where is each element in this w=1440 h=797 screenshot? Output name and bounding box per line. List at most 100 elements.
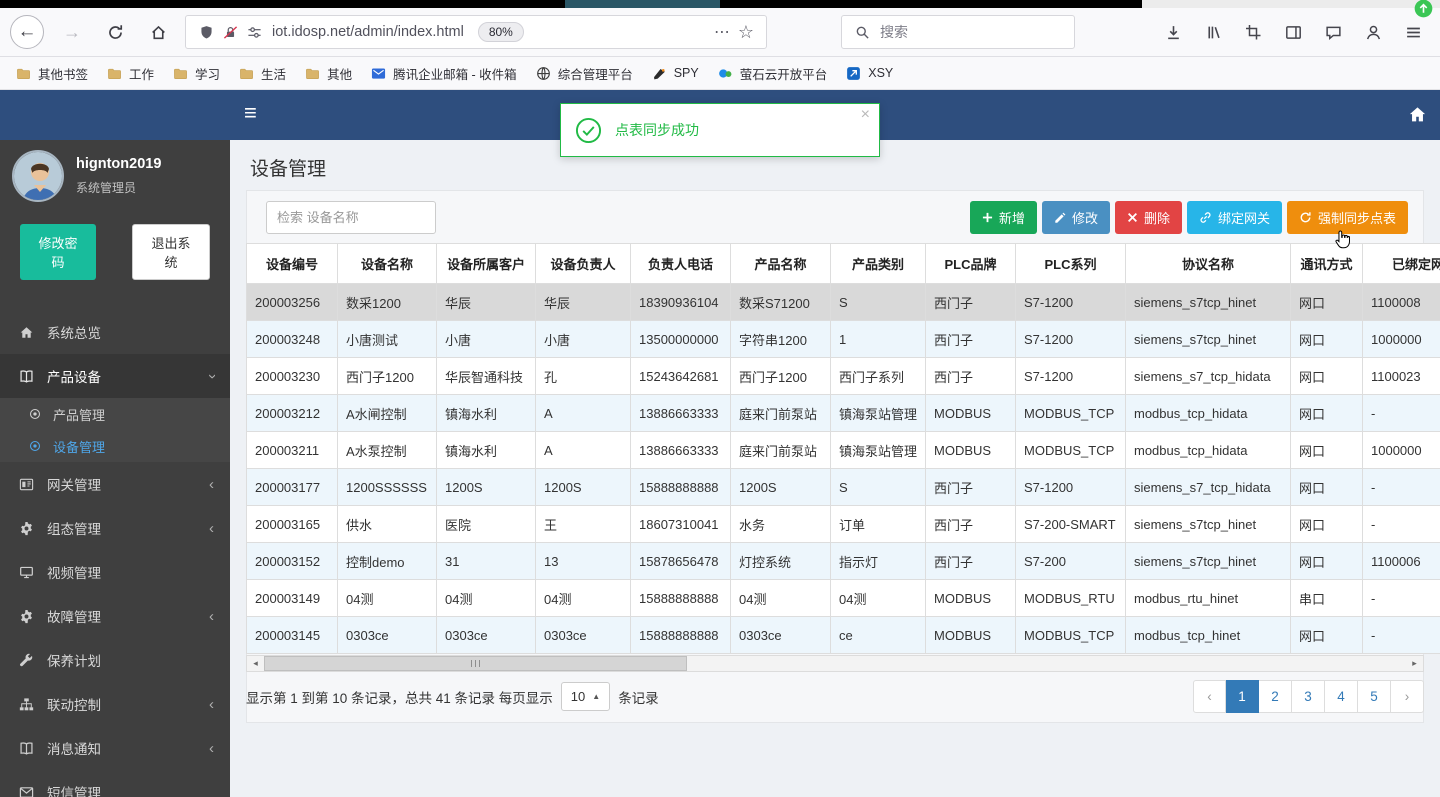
table-cell: 医院 bbox=[436, 505, 536, 543]
page-4-button[interactable]: 4 bbox=[1325, 680, 1358, 713]
insecure-lock-icon[interactable] bbox=[218, 25, 242, 40]
page-actions-icon[interactable]: ⋯ bbox=[710, 22, 734, 42]
bookmark-star-icon[interactable]: ☆ bbox=[734, 22, 758, 43]
sidebar-item-5[interactable]: 故障管理 ‹ bbox=[0, 594, 230, 638]
sidebar-item-3[interactable]: 组态管理 ‹ bbox=[0, 506, 230, 550]
column-header[interactable]: 设备所属客户 bbox=[436, 243, 536, 284]
table-row[interactable]: 200003177 1200SSSSSS 1200S 1200S 15888888888… bbox=[246, 468, 1440, 506]
column-header[interactable]: 已绑定网关 bbox=[1362, 243, 1440, 284]
tracking-protection-shield-icon[interactable] bbox=[194, 25, 218, 40]
table-row[interactable]: 200003145 0303ce 0303ce 0303ce 15888888888 03… bbox=[246, 616, 1440, 654]
sidebar-subitem-1-1[interactable]: 设备管理 bbox=[0, 430, 230, 462]
edit-button[interactable]: 修改 bbox=[1041, 201, 1110, 234]
bookmark-item[interactable]: 其他 bbox=[297, 60, 360, 87]
url-text[interactable]: iot.idosp.net/admin/index.html bbox=[272, 24, 464, 40]
sidebar-toggle-icon[interactable] bbox=[1278, 17, 1308, 47]
toast-close-icon[interactable]: × bbox=[861, 106, 870, 124]
pagination-summary-suffix: 条记录 bbox=[618, 690, 659, 706]
scroll-left-icon[interactable]: ◂ bbox=[247, 656, 264, 671]
dot-circle-icon bbox=[27, 408, 43, 420]
sidebar-item-7[interactable]: 联动控制 ‹ bbox=[0, 682, 230, 726]
zoom-indicator[interactable]: 80% bbox=[477, 22, 524, 42]
permissions-icon[interactable] bbox=[242, 25, 266, 40]
table-row[interactable]: 200003165 供水 医院王 18607310041 水务 订单 西门子 S7-200-S… bbox=[246, 505, 1440, 543]
add-button[interactable]: 新增 bbox=[969, 201, 1037, 234]
scrollbar-track[interactable] bbox=[264, 656, 1406, 671]
app-menu-icon[interactable] bbox=[1398, 17, 1428, 47]
browser-search-bar[interactable]: 搜索 bbox=[841, 15, 1075, 49]
sidebar-item-4[interactable]: 视频管理 bbox=[0, 550, 230, 594]
screenshot-icon[interactable] bbox=[1238, 17, 1268, 47]
sidebar-subitem-1-0[interactable]: 产品管理 bbox=[0, 398, 230, 430]
sidebar-item-label: 消息通知 bbox=[47, 742, 101, 757]
table-cell: 孔 bbox=[535, 357, 631, 395]
table-cell: 数采S71200 bbox=[730, 283, 831, 321]
bookmark-item[interactable]: 腾讯企业邮箱 - 收件箱 bbox=[363, 60, 525, 87]
downloads-icon[interactable] bbox=[1158, 17, 1188, 47]
bookmark-item[interactable]: 工作 bbox=[99, 60, 162, 87]
column-header[interactable]: 设备负责人 bbox=[535, 243, 631, 284]
device-table-wrap: 设备编号 设备名称 设备所属客户 设备负责人 负责人电话 产品名称 产品类别 PLC品牌 PLC… bbox=[246, 243, 1440, 654]
bookmark-item[interactable]: 学习 bbox=[165, 60, 228, 87]
browser-home-icon[interactable] bbox=[143, 17, 173, 47]
app-home-icon[interactable] bbox=[1408, 105, 1427, 124]
column-header[interactable]: 负责人电话 bbox=[630, 243, 731, 284]
url-bar[interactable]: iot.idosp.net/admin/index.html 80% ⋯ ☆ bbox=[185, 15, 767, 49]
sidebar-item-8[interactable]: 消息通知 ‹ bbox=[0, 726, 230, 770]
bookmark-item[interactable]: 其他书签 bbox=[8, 60, 96, 87]
bookmark-item[interactable]: 生活 bbox=[231, 60, 294, 87]
column-header[interactable]: 产品名称 bbox=[730, 243, 831, 284]
update-arrow-badge-icon[interactable] bbox=[1414, 0, 1434, 19]
reload-icon[interactable] bbox=[100, 17, 130, 47]
account-icon[interactable] bbox=[1358, 17, 1388, 47]
column-header[interactable]: PLC品牌 bbox=[925, 243, 1016, 284]
table-cell: 04测 bbox=[830, 579, 926, 617]
table-row[interactable]: 200003211 A水泵控制 镇海水利 A 13886663333 庭来门前泵站 镇海泵站… bbox=[246, 431, 1440, 469]
sidebar-item-2[interactable]: 网关管理 ‹ bbox=[0, 462, 230, 506]
sidebar-collapse-icon[interactable]: ≡ bbox=[244, 100, 257, 126]
table-row[interactable]: 200003248 小唐测试 小唐 小唐 13500000000 字符串1200 1 西门子 S… bbox=[246, 320, 1440, 358]
sidebar-item-0[interactable]: 系统总览 bbox=[0, 310, 230, 354]
table-row[interactable]: 200003230 西门子1200 华辰智通科技孔 15243642681 西门子120… bbox=[246, 357, 1440, 395]
horizontal-scrollbar[interactable]: ◂ ▸ bbox=[246, 655, 1424, 672]
column-header[interactable]: 协议名称 bbox=[1125, 243, 1291, 284]
page-1-button[interactable]: 1 bbox=[1226, 680, 1259, 713]
bind-gateway-button[interactable]: 绑定网关 bbox=[1186, 201, 1282, 234]
table-row[interactable]: 200003152 控制demo 31 13 15878656478 灯控系统 指示灯 西门子… bbox=[246, 542, 1440, 580]
delete-button[interactable]: 删除 bbox=[1114, 201, 1182, 234]
sidebar-item-1[interactable]: 产品设备 ‹ bbox=[0, 354, 230, 398]
table-cell: 西门子 bbox=[925, 542, 1016, 580]
table-row[interactable]: 200003212 A水闸控制 镇海水利 A 13886663333 庭来门前泵站 镇海泵站… bbox=[246, 394, 1440, 432]
library-icon[interactable] bbox=[1198, 17, 1228, 47]
page-2-button[interactable]: 2 bbox=[1259, 680, 1292, 713]
bookmark-item[interactable]: 综合管理平台 bbox=[528, 60, 641, 87]
page-3-button[interactable]: 3 bbox=[1292, 680, 1325, 713]
device-search-input[interactable] bbox=[266, 201, 436, 234]
column-header[interactable]: 设备名称 bbox=[337, 243, 437, 284]
scrollbar-thumb[interactable] bbox=[264, 656, 687, 671]
forward-icon[interactable]: → bbox=[57, 17, 87, 47]
sidebar-item-9[interactable]: 短信管理 bbox=[0, 770, 230, 797]
gear-icon bbox=[16, 521, 36, 536]
column-header[interactable]: PLC系列 bbox=[1015, 243, 1126, 284]
sidebar-item-6[interactable]: 保养计划 bbox=[0, 638, 230, 682]
bookmark-item[interactable]: SPY bbox=[644, 61, 707, 85]
button-label: 删除 bbox=[1143, 211, 1170, 226]
logout-button[interactable]: 退出系统 bbox=[132, 224, 210, 280]
table-row[interactable]: 200003256 数采1200 华辰 华辰 18390936104 数采S71200 S 西… bbox=[246, 283, 1440, 321]
device-table: 设备编号 设备名称 设备所属客户 设备负责人 负责人电话 产品名称 产品类别 PLC品牌 PLC… bbox=[246, 243, 1440, 654]
page-5-button[interactable]: 5 bbox=[1358, 680, 1391, 713]
back-icon[interactable]: ← bbox=[10, 15, 44, 49]
page-next-button[interactable]: › bbox=[1391, 680, 1424, 713]
button-label: 强制同步点表 bbox=[1317, 211, 1396, 226]
page-prev-button[interactable]: ‹ bbox=[1193, 680, 1226, 713]
change-password-button[interactable]: 修改密码 bbox=[20, 224, 96, 280]
page-size-select[interactable]: 10 ▲ bbox=[560, 682, 611, 711]
table-row[interactable]: 200003149 04测 04测 04测 15888888888 04测 04测 MODBU… bbox=[246, 579, 1440, 617]
scroll-right-icon[interactable]: ▸ bbox=[1406, 656, 1423, 671]
column-header[interactable]: 设备编号 bbox=[246, 243, 338, 284]
column-header[interactable]: 产品类别 bbox=[830, 243, 926, 284]
bookmark-item[interactable]: XSY bbox=[838, 61, 901, 85]
messages-icon[interactable] bbox=[1318, 17, 1348, 47]
bookmark-item[interactable]: 萤石云开放平台 bbox=[710, 60, 836, 87]
